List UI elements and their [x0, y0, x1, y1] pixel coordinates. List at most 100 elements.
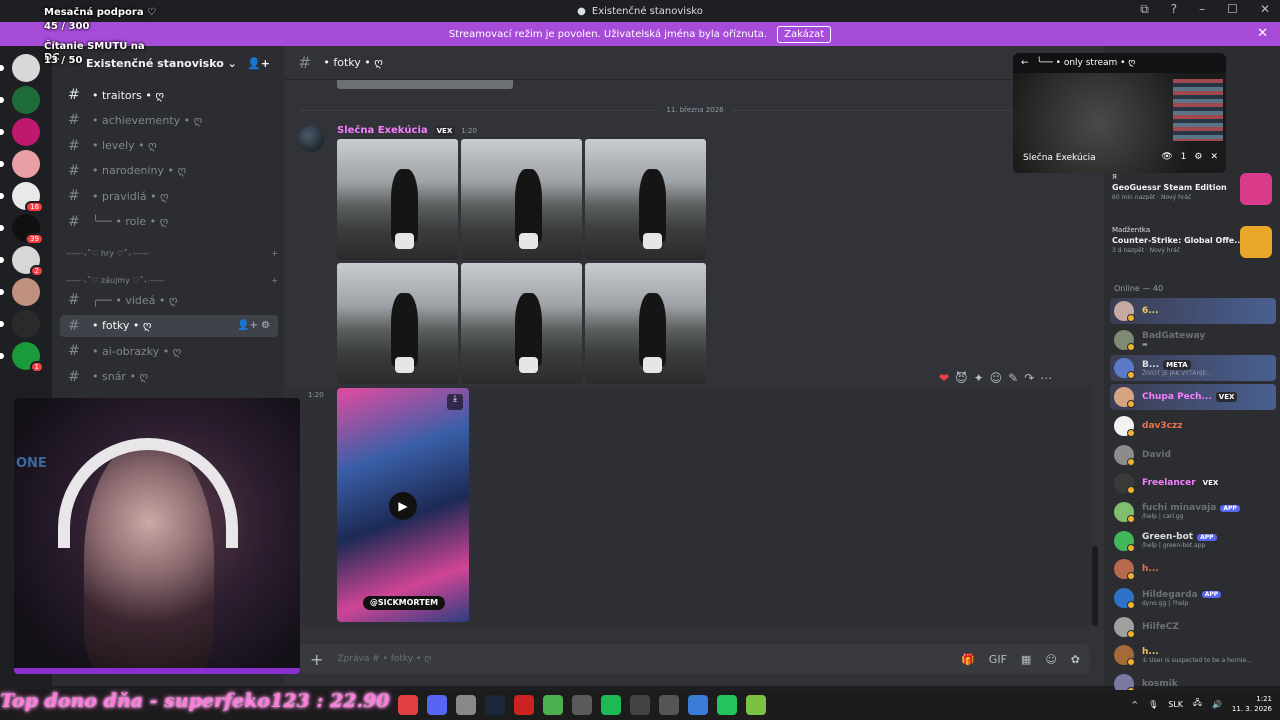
taskbar-app-icon[interactable] — [485, 695, 505, 715]
previous-image-attachment[interactable] — [337, 80, 513, 89]
banner-close-icon[interactable]: ✕ — [1257, 26, 1268, 41]
gallery-photo[interactable] — [337, 263, 458, 384]
channel-item[interactable]: # ╭── • videá • ღ — [60, 289, 278, 311]
add-reaction-icon[interactable]: ☺ — [990, 371, 1003, 385]
channel-item[interactable]: # • ai-obrazky • ღ — [60, 340, 278, 362]
taskbar-app-icon[interactable] — [572, 695, 592, 715]
disable-streamer-mode-button[interactable]: Zakázat — [777, 25, 832, 43]
member-item[interactable]: BadGateway ▬ — [1110, 327, 1276, 353]
taskbar-app-icon[interactable] — [456, 695, 476, 715]
activity-card[interactable]: Я GeoGuessr Steam Edition 60 min nazpět … — [1112, 173, 1272, 217]
invite-icon[interactable]: 👤+ — [247, 57, 270, 70]
heart-reaction-icon[interactable]: ❤ — [939, 371, 949, 385]
close-button[interactable]: ✕ — [1260, 2, 1270, 17]
gallery-photo[interactable] — [585, 263, 706, 384]
channel-item[interactable]: # ╰── • role • ღ — [60, 211, 278, 233]
mic-icon[interactable]: 🎙 — [1148, 700, 1158, 709]
channel-item[interactable]: # • pravidlá • ღ — [60, 185, 278, 207]
member-item[interactable]: h... ① User is suspected to be a hornie..… — [1110, 642, 1276, 668]
gallery-photo[interactable] — [461, 139, 582, 260]
channel-settings-icon[interactable]: 👤+ ⚙ — [237, 320, 270, 331]
sparkle-reaction-icon[interactable]: ✦ — [974, 371, 984, 385]
forward-icon[interactable]: ↷ — [1024, 371, 1034, 385]
back-arrow-icon[interactable]: ← — [1021, 58, 1029, 68]
download-icon[interactable]: ⤓ — [447, 394, 463, 410]
add-channel-icon[interactable]: + — [271, 276, 278, 285]
guild-tag-badge[interactable]: VEX — [433, 125, 456, 136]
taskbar-app-icon[interactable] — [427, 695, 447, 715]
channel-item[interactable]: # • snár • ღ — [60, 366, 278, 388]
scrollbar[interactable] — [1092, 546, 1098, 626]
message-author[interactable]: Slečna Exekúcia — [337, 125, 428, 136]
apps-icon[interactable]: ✿ — [1071, 653, 1080, 666]
emoji-icon[interactable]: ☺ — [1045, 653, 1056, 666]
taskbar-app-icon[interactable] — [630, 695, 650, 715]
member-item[interactable]: B... META ŽIVOT JE JAK VÝTAHJE... — [1110, 355, 1276, 382]
server-icon[interactable] — [0, 278, 40, 306]
minimize-button[interactable]: – — [1199, 2, 1205, 17]
server-icon[interactable] — [0, 118, 40, 146]
channel-item[interactable]: # • narodeniny • ღ — [60, 160, 278, 182]
network-icon[interactable]: 🖧 — [1193, 697, 1202, 711]
server-icon[interactable]: 39 — [0, 214, 44, 245]
gif-icon[interactable]: GIF — [989, 653, 1007, 666]
channel-category[interactable]: -----‧₊˚♡ hry ♡˚₊‧----- + — [66, 249, 278, 258]
member-item[interactable]: dav3czz — [1110, 413, 1276, 439]
inbox-icon[interactable]: ⧉ — [1140, 2, 1149, 17]
server-icon[interactable] — [0, 310, 40, 338]
member-item[interactable]: David — [1110, 442, 1276, 468]
help-icon[interactable]: ? — [1171, 2, 1177, 17]
taskbar-app-icon[interactable] — [601, 695, 621, 715]
server-icon[interactable]: 16 — [0, 182, 44, 213]
server-icon[interactable]: 1 — [0, 342, 44, 373]
member-item[interactable]: Hildegarda APP dyno.gg | ?help — [1110, 585, 1276, 611]
member-item[interactable]: HilfeCZ — [1110, 614, 1276, 640]
play-icon[interactable]: ▶ — [389, 492, 417, 520]
server-icon[interactable]: 2 — [0, 246, 44, 277]
more-icon[interactable]: ⋯ — [1040, 371, 1052, 385]
gallery-photo[interactable] — [461, 263, 582, 384]
devil-reaction-icon[interactable]: 😈 — [955, 371, 968, 385]
settings-icon[interactable]: ⚙ — [1194, 152, 1202, 162]
member-item[interactable]: fuchi minavaja APP/help | carl.gg — [1110, 499, 1276, 525]
gift-icon[interactable]: 🎁 — [961, 653, 975, 666]
gallery-photo[interactable] — [337, 139, 458, 260]
member-item[interactable]: Chupa Pech... VEX — [1110, 384, 1276, 411]
message-composer[interactable]: + Zpráva # • fotky • ღ 🎁 GIF ▦ ☺ ✿ — [300, 644, 1090, 674]
server-icon[interactable] — [0, 86, 40, 114]
message-input[interactable]: Zpráva # • fotky • ღ — [337, 654, 431, 664]
channel-item[interactable]: # • levely • ღ — [60, 135, 278, 157]
clock[interactable]: 1:21 11. 3. 2026 — [1232, 694, 1272, 714]
taskbar-app-icon[interactable] — [514, 695, 534, 715]
add-channel-icon[interactable]: + — [271, 249, 278, 258]
member-item[interactable]: h... — [1110, 556, 1276, 582]
video-attachment[interactable]: ⤓ ▶ @SICKMORTEM — [337, 388, 469, 622]
volume-icon[interactable]: 🔊 — [1212, 700, 1222, 709]
taskbar-app-icon[interactable] — [746, 695, 766, 715]
sticker-icon[interactable]: ▦ — [1021, 653, 1031, 666]
channel-item[interactable]: # • achievementy • ღ — [60, 109, 278, 131]
gallery-photo[interactable] — [585, 139, 706, 260]
activity-card[interactable]: Madžentka Counter-Strike: Global Offe...… — [1112, 226, 1272, 270]
attach-plus-icon[interactable]: + — [310, 650, 323, 669]
stream-pip-window[interactable]: ← ╰── • only stream • ღ Slečna Exekúcia … — [1013, 53, 1226, 173]
member-item[interactable]: 6... — [1110, 298, 1276, 324]
taskbar-app-icon[interactable] — [688, 695, 708, 715]
member-item[interactable]: Green-bot APP/help | green-bot.app — [1110, 528, 1276, 554]
taskbar-app-icon[interactable] — [717, 695, 737, 715]
member-item[interactable]: Freelancer VEX — [1110, 470, 1276, 496]
avatar[interactable] — [298, 126, 324, 152]
stop-stream-icon[interactable]: ✕ — [1210, 152, 1218, 162]
channel-item[interactable]: # • traitors • ღ — [60, 84, 278, 106]
server-icon[interactable] — [0, 150, 40, 178]
channel-item[interactable]: # • fotky • ღ 👤+ ⚙ — [60, 314, 278, 337]
chevron-up-icon[interactable]: ^ — [1131, 700, 1138, 709]
channel-category[interactable]: -----‧₊˚♡ záujmy ♡˚₊‧----- + — [66, 276, 278, 285]
taskbar-app-icon[interactable] — [543, 695, 563, 715]
language-indicator[interactable]: SLK — [1168, 700, 1183, 709]
chevron-down-icon: ⌄ — [227, 56, 237, 70]
maximize-button[interactable]: ☐ — [1227, 2, 1238, 17]
edit-icon[interactable]: ✎ — [1008, 371, 1018, 385]
taskbar-app-icon[interactable] — [659, 695, 679, 715]
taskbar-app-icon[interactable] — [398, 695, 418, 715]
